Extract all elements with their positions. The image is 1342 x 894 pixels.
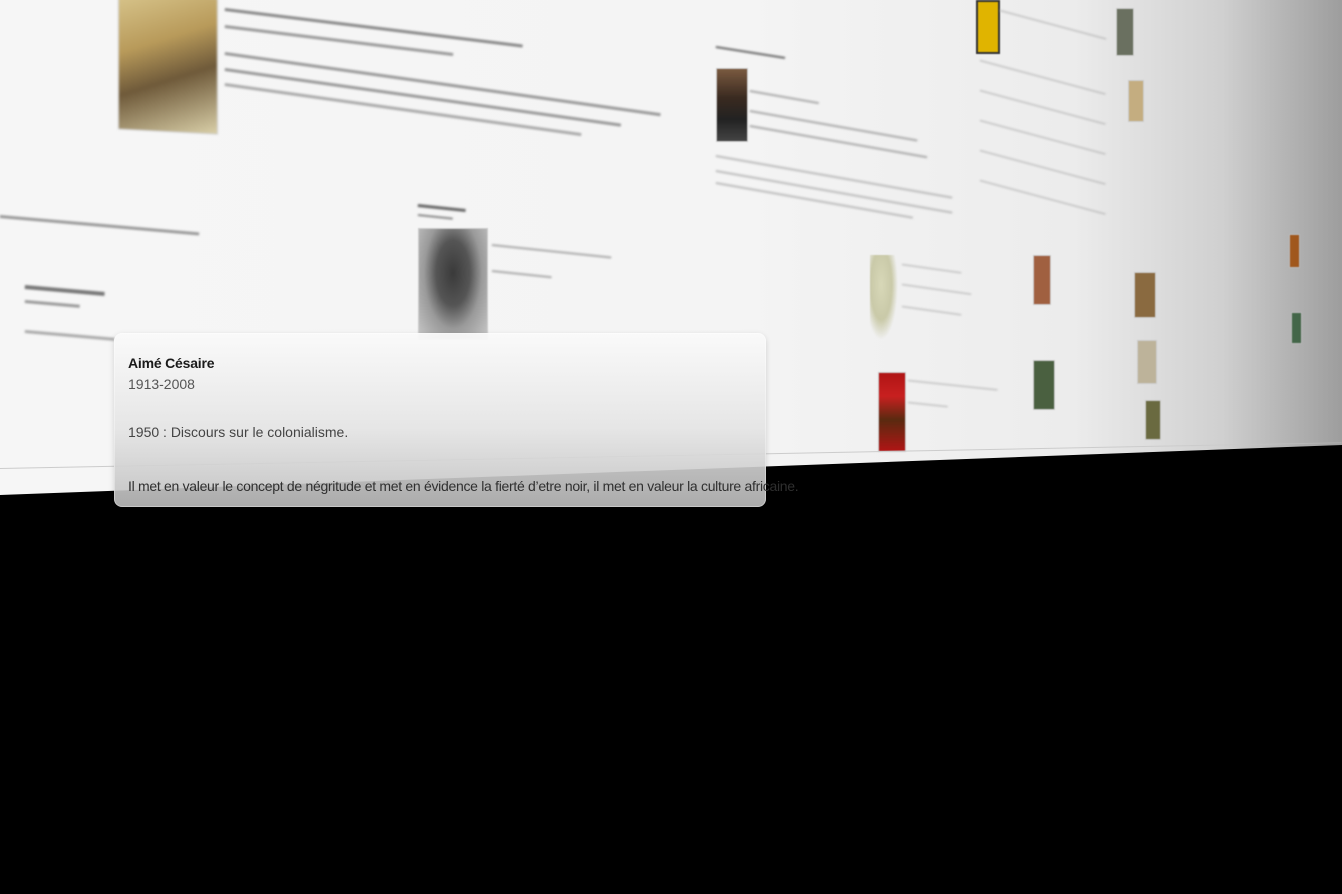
text-line (907, 402, 948, 408)
poster-image (118, 0, 218, 135)
text-line (749, 90, 819, 105)
text-line (24, 285, 105, 296)
text-line (24, 300, 80, 308)
text-line (0, 215, 200, 236)
person-dates: 1913-2008 (128, 376, 195, 392)
thumbnail-image (1134, 272, 1156, 318)
thumbnail-image (1033, 360, 1055, 410)
text-line (224, 68, 622, 127)
thumbnail-image (1145, 400, 1161, 440)
text-line (715, 46, 786, 59)
text-line (979, 150, 1106, 185)
text-line (224, 8, 523, 48)
text-line (979, 180, 1106, 215)
text-line (999, 10, 1107, 40)
edge-shadow (1222, 0, 1342, 495)
text-line (901, 306, 962, 316)
thumbnail-image (1128, 80, 1144, 122)
text-line (901, 284, 972, 295)
magazine-cover (878, 372, 906, 452)
text-line (224, 25, 454, 57)
person-tooltip: Aimé Césaire 1913-2008 1950 : Discours s… (114, 333, 799, 507)
text-line (907, 380, 998, 391)
sign-image (976, 0, 1000, 54)
text-line (749, 110, 918, 142)
text-line (224, 52, 661, 117)
text-line (24, 330, 115, 341)
text-line (749, 125, 928, 159)
thumbnail-image (1137, 340, 1157, 384)
thumbnail-image (1116, 8, 1134, 56)
africa-map (870, 255, 898, 340)
text-line (491, 244, 612, 259)
portrait-photo (716, 68, 748, 142)
text-line (979, 90, 1106, 125)
text-line (224, 83, 582, 137)
portrait-photo (418, 228, 488, 340)
text-line (979, 120, 1106, 155)
text-line (901, 264, 962, 274)
text-line (417, 214, 453, 220)
text-line (417, 204, 466, 213)
text-line (979, 60, 1106, 95)
thumbnail-image (1033, 255, 1051, 305)
person-fact: 1950 : Discours sur le colonialisme. (128, 424, 349, 440)
person-description: Il met en valeur le concept de négritude… (128, 478, 799, 494)
person-name: Aimé Césaire (128, 355, 215, 371)
text-line (491, 270, 552, 279)
